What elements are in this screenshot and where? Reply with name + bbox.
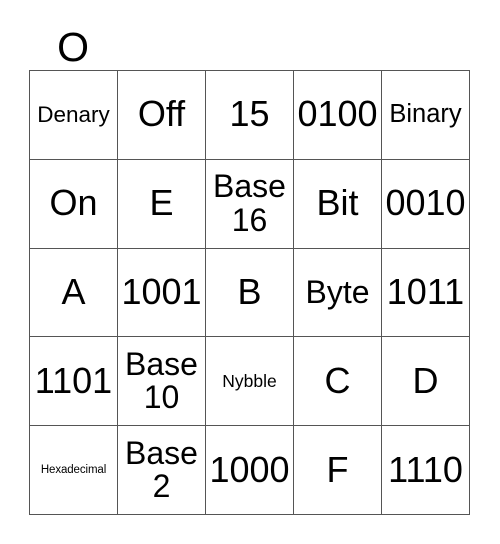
bingo-cell[interactable]: D xyxy=(382,337,470,427)
bingo-cell-text: 1101 xyxy=(34,359,113,401)
bingo-row: Hexadecimal Base 2 1000 F 1110 xyxy=(30,426,470,515)
bingo-cell-text: 1110 xyxy=(388,448,463,490)
bingo-cell-text: Off xyxy=(137,93,186,135)
bingo-cell[interactable]: Base 16 xyxy=(206,159,294,249)
bingo-cell[interactable]: 1000 xyxy=(206,426,294,515)
bingo-header-cell-4 xyxy=(294,24,382,70)
bingo-cell[interactable]: Binary xyxy=(382,71,470,160)
bingo-card: O Denary Off 15 0100 Binary On E Base 16… xyxy=(0,0,500,544)
bingo-cell[interactable]: Base 2 xyxy=(118,426,206,515)
bingo-cell-text: A xyxy=(61,271,86,313)
bingo-cell[interactable]: A xyxy=(30,248,118,338)
bingo-cell[interactable]: 15 xyxy=(206,71,294,160)
bingo-cell[interactable]: C xyxy=(294,337,382,427)
bingo-cell[interactable]: Denary xyxy=(30,71,118,160)
bingo-row: A 1001 B Byte 1011 xyxy=(30,248,470,338)
bingo-cell-text: Base 10 xyxy=(125,346,198,416)
bingo-cell[interactable]: Nybble xyxy=(206,337,294,427)
bingo-cell-text: Byte xyxy=(305,274,370,311)
bingo-cell-text: 1011 xyxy=(386,271,465,313)
bingo-cell-text: Base 2 xyxy=(125,434,198,505)
bingo-cell[interactable]: F xyxy=(294,426,382,515)
bingo-cell-text: 0010 xyxy=(385,182,466,224)
bingo-cell-text: 1001 xyxy=(121,271,202,313)
bingo-header-row: O xyxy=(29,24,470,70)
bingo-cell[interactable]: Base 10 xyxy=(118,337,206,427)
bingo-cell[interactable]: 1001 xyxy=(118,248,206,338)
bingo-header-cell-3 xyxy=(205,24,293,70)
bingo-cell-text: 0100 xyxy=(297,93,378,135)
bingo-cell-text: F xyxy=(326,448,349,490)
bingo-header-letter: O xyxy=(57,23,90,70)
bingo-cell[interactable]: On xyxy=(30,159,118,249)
bingo-cell-text: 15 xyxy=(229,93,270,135)
bingo-grid: Denary Off 15 0100 Binary On E Base 16 B… xyxy=(29,70,470,515)
bingo-header-cell-1: O xyxy=(29,24,117,70)
bingo-cell-text: Base 16 xyxy=(213,168,286,238)
bingo-row: 1101 Base 10 Nybble C D xyxy=(30,337,470,427)
bingo-cell[interactable]: Hexadecimal xyxy=(30,426,118,515)
bingo-cell[interactable]: 1101 xyxy=(30,337,118,427)
bingo-cell[interactable]: 0010 xyxy=(382,159,470,249)
bingo-cell[interactable]: E xyxy=(118,159,206,249)
bingo-cell-text: Bit xyxy=(316,182,359,224)
bingo-cell[interactable]: 1011 xyxy=(382,248,470,338)
bingo-cell[interactable]: Bit xyxy=(294,159,382,249)
bingo-cell-text: On xyxy=(49,182,98,224)
bingo-cell-text: Binary xyxy=(389,100,462,129)
bingo-row: Denary Off 15 0100 Binary xyxy=(30,71,470,160)
bingo-cell-text: Nybble xyxy=(222,370,277,391)
bingo-cell-text: C xyxy=(324,359,351,401)
bingo-cell-text: E xyxy=(149,182,174,224)
bingo-header-cell-5 xyxy=(382,24,470,70)
bingo-cell-text: Hexadecimal xyxy=(40,463,107,476)
bingo-cell[interactable]: B xyxy=(206,248,294,338)
bingo-cell-text: B xyxy=(237,271,262,313)
bingo-cell[interactable]: 0100 xyxy=(294,71,382,160)
bingo-cell-text: D xyxy=(412,359,439,401)
bingo-cell-text: Denary xyxy=(37,101,110,127)
bingo-row: On E Base 16 Bit 0010 xyxy=(30,159,470,249)
bingo-cell[interactable]: Byte xyxy=(294,248,382,338)
bingo-cell[interactable]: 1110 xyxy=(382,426,470,515)
bingo-cell-text: 1000 xyxy=(209,448,290,490)
bingo-header-cell-2 xyxy=(117,24,205,70)
bingo-cell[interactable]: Off xyxy=(118,71,206,160)
